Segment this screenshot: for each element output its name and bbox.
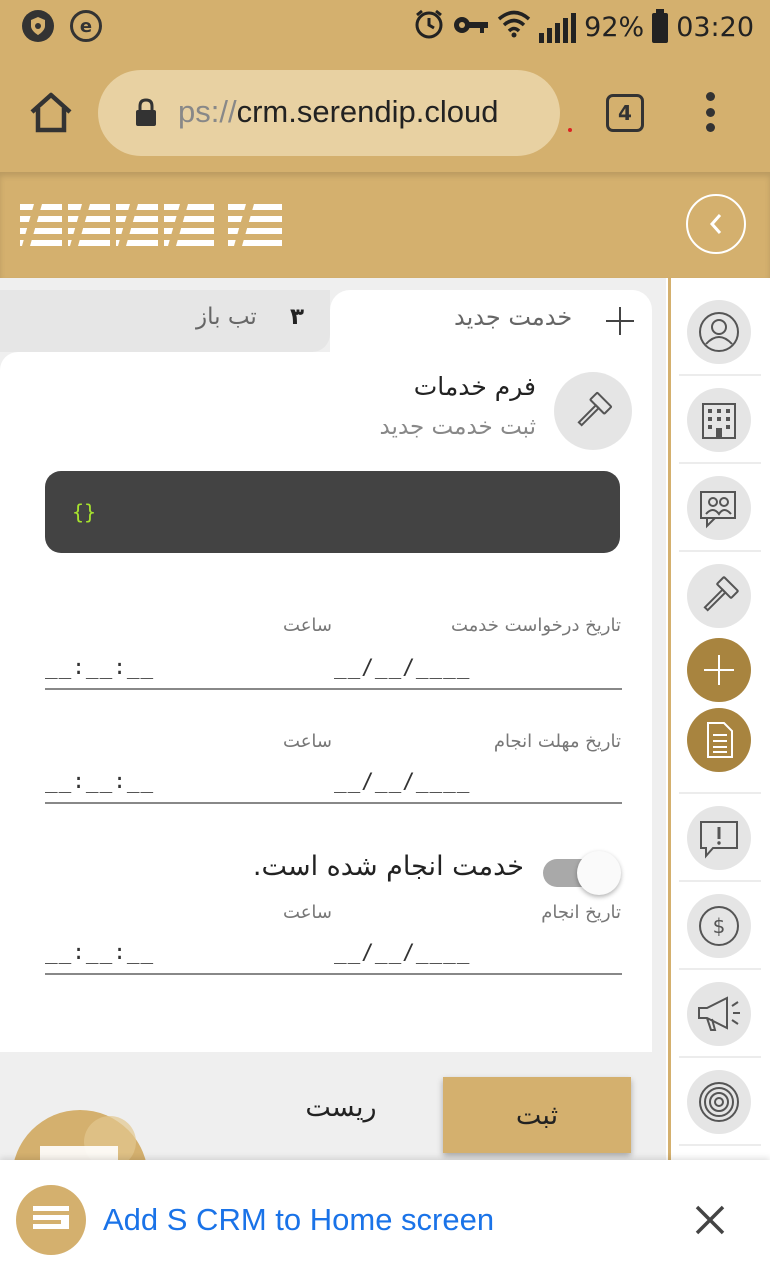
done-field-underline	[45, 973, 622, 975]
serendip-logo	[20, 204, 282, 246]
submit-button[interactable]: ثبت	[443, 1077, 631, 1153]
target-icon[interactable]	[687, 1070, 751, 1134]
campaigns-icon[interactable]	[687, 982, 751, 1046]
lock-icon	[134, 98, 158, 128]
reset-button[interactable]: ریست	[296, 1092, 386, 1136]
open-tabs-count: ۳	[290, 304, 305, 330]
add-icon[interactable]	[687, 638, 751, 702]
sidebar-divider	[679, 374, 761, 376]
documents-icon[interactable]	[687, 708, 751, 772]
browser-toolbar: ps://crm.serendip.cloud 4	[0, 54, 770, 172]
sidebar: $	[668, 278, 770, 1168]
sidebar-divider	[679, 792, 761, 794]
deadline-date-label: تاریخ مهلت انجام	[493, 731, 621, 752]
sidebar-divider	[679, 968, 761, 970]
hammer-icon	[554, 372, 632, 450]
feedback-icon[interactable]	[687, 806, 751, 870]
done-date-label: تاریخ انجام	[541, 902, 621, 923]
sidebar-divider	[679, 1144, 761, 1146]
request-date-input[interactable]: __/__/____	[334, 655, 470, 679]
request-time-label: ساعت	[283, 615, 332, 636]
done-toggle-label: خدمت انجام شده است.	[252, 851, 524, 882]
home-icon[interactable]	[26, 88, 76, 138]
sidebar-divider	[679, 462, 761, 464]
contacts-icon[interactable]	[687, 300, 751, 364]
vpn-shield-icon	[22, 10, 54, 42]
url-text: ps://crm.serendip.cloud	[178, 94, 499, 130]
done-toggle-knob[interactable]	[577, 851, 621, 895]
deadline-time-label: ساعت	[283, 731, 332, 752]
address-bar[interactable]: ps://crm.serendip.cloud	[98, 70, 560, 156]
status-bar: e 92% 03:20	[0, 0, 770, 54]
close-icon[interactable]	[692, 1202, 728, 1238]
deadline-field-underline	[45, 802, 622, 804]
meetings-icon[interactable]	[687, 476, 751, 540]
json-preview: {}	[72, 500, 97, 524]
add-to-home-text[interactable]: Add S CRM to Home screen	[103, 1202, 494, 1238]
request-time-input[interactable]: __:__:__	[45, 655, 154, 679]
url-scheme: ps://	[178, 94, 237, 129]
plus-icon[interactable]	[604, 305, 636, 337]
app-root: e 92% 03:20 ps://crm.serendip.cloud 4 تب…	[0, 0, 770, 1280]
form-subtitle: ثبت خدمت جدید	[379, 414, 536, 440]
battery-percent: 92%	[584, 12, 645, 43]
back-button[interactable]	[686, 194, 746, 254]
deadline-time-input[interactable]: __:__:__	[45, 769, 154, 793]
new-service-tab-label: خدمت جدید	[454, 303, 573, 331]
signal-icon	[539, 12, 577, 43]
services-icon[interactable]	[687, 564, 751, 628]
done-time-input[interactable]: __:__:__	[45, 940, 154, 964]
chevron-left-icon	[709, 214, 722, 234]
sidebar-divider	[679, 880, 761, 882]
request-field-underline	[45, 688, 622, 690]
tab-switcher-button[interactable]: 4	[606, 94, 644, 132]
key-icon	[453, 12, 489, 43]
form-title: فرم خدمات	[413, 372, 536, 401]
alarm-icon	[413, 8, 445, 47]
overflow-menu-icon[interactable]	[704, 92, 716, 132]
open-tabs-label: تب باز	[196, 304, 257, 330]
e-app-icon: e	[70, 10, 102, 42]
notification-dot	[568, 128, 572, 132]
done-time-label: ساعت	[283, 902, 332, 923]
deadline-date-input[interactable]: __/__/____	[334, 769, 470, 793]
json-editor[interactable]	[45, 471, 620, 553]
sidebar-divider	[679, 1056, 761, 1058]
svg-text:$: $	[713, 914, 726, 938]
app-header	[0, 172, 770, 278]
sidebar-divider	[679, 550, 761, 552]
done-date-input[interactable]: __/__/____	[334, 940, 470, 964]
wifi-icon	[497, 10, 531, 45]
battery-icon	[652, 8, 669, 43]
tab-open-tabs[interactable]	[0, 290, 330, 352]
request-date-label: تاریخ درخواست خدمت	[450, 615, 621, 636]
url-host: crm.serendip.cloud	[236, 94, 499, 129]
clock: 03:20	[676, 12, 754, 43]
organizations-icon[interactable]	[687, 388, 751, 452]
payments-icon[interactable]: $	[687, 894, 751, 958]
app-logo-icon	[16, 1185, 86, 1255]
